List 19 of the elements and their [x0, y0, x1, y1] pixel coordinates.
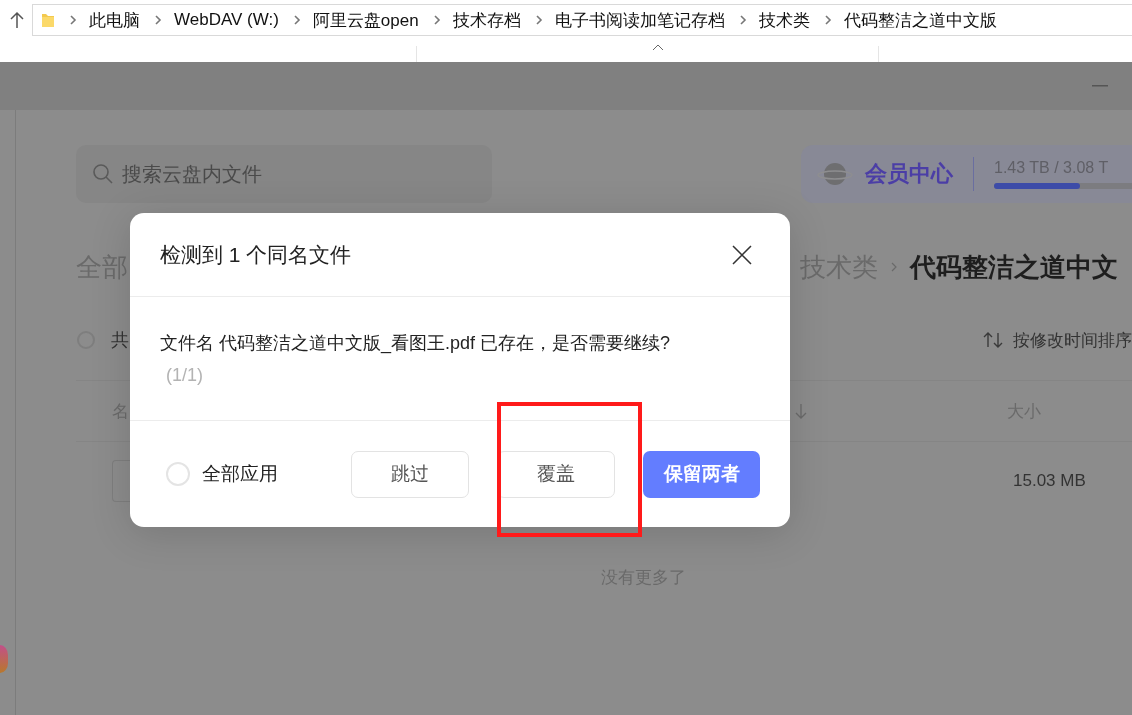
path-segment[interactable]: 技术类: [758, 8, 810, 32]
sort-button[interactable]: 按修改时间排序: [1013, 328, 1132, 352]
apply-all-label[interactable]: 全部应用: [202, 461, 278, 487]
member-label: 会员中心: [865, 160, 953, 188]
path-segment[interactable]: 技术存档: [452, 8, 521, 32]
table-cell: 15.03 MB: [1013, 471, 1086, 491]
dialog-button[interactable]: 跳过: [351, 450, 469, 498]
path-segment[interactable]: 电子书阅读加笔记存档: [554, 8, 725, 32]
path-segment[interactable]: 此电脑: [89, 8, 140, 32]
dialog-message: 文件名 代码整洁之道中文版_看图王.pdf 已存在，是否需要继续? (1/1): [160, 332, 672, 387]
file-count: 共: [111, 329, 129, 352]
path-segment[interactable]: 代码整洁之道中文版: [843, 8, 997, 32]
dialog-button[interactable]: 保留两者: [643, 450, 760, 498]
path-segment[interactable]: 阿里云盘open: [312, 8, 419, 32]
address-bar[interactable]: 此电脑 WebDAV (W:) 阿里云盘open 技术存档 电子书阅读加笔记存档 技术类 代码整洁之道中文版: [32, 4, 1132, 36]
dialog-title: 检测到 1 个同名文件: [160, 241, 352, 268]
search-field[interactable]: 搜索云盘内文件: [76, 145, 492, 203]
breadcrumb-item: 代码整洁之道中文: [910, 250, 1118, 284]
path-segment[interactable]: WebDAV (W:): [174, 10, 279, 30]
